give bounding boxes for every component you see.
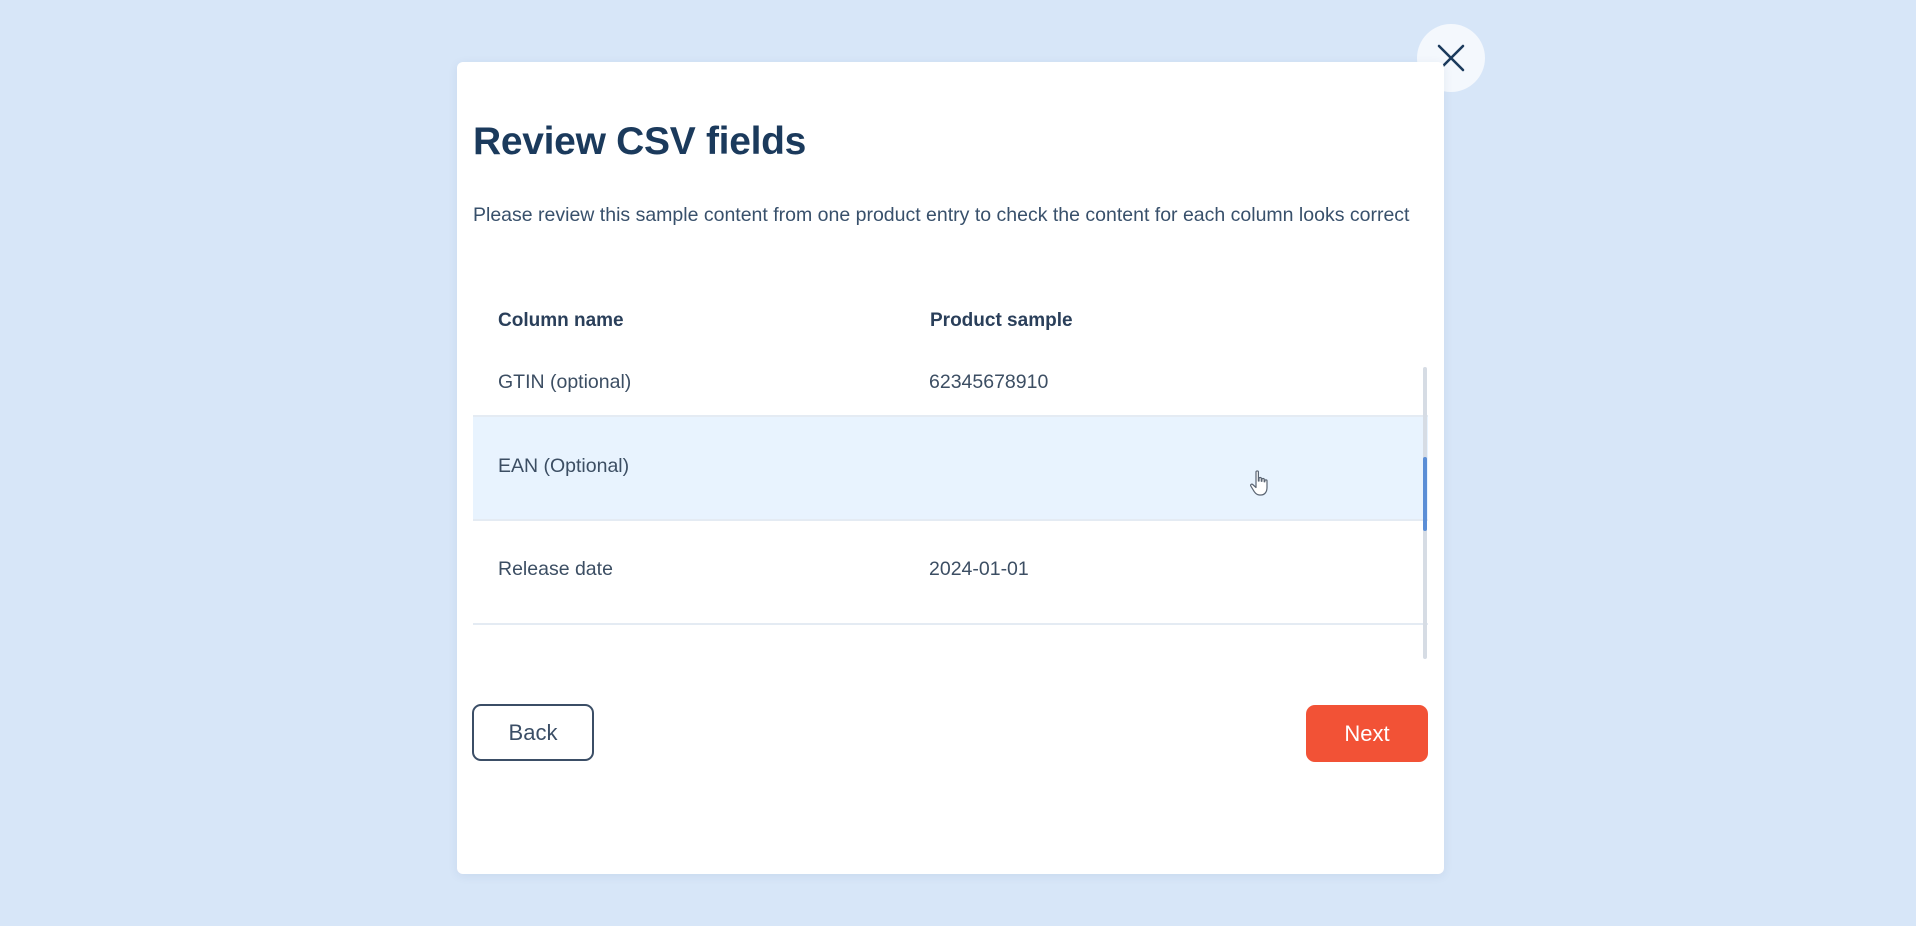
modal-subtitle: Please review this sample content from o… [473,204,1410,226]
table-row[interactable]: Release date 2024-01-01 [473,521,1428,625]
table-header: Column name Product sample [473,304,1428,340]
header-product-sample: Product sample [930,310,1073,331]
modal-title: Review CSV fields [473,120,807,163]
header-column-name: Column name [498,310,624,331]
back-button[interactable]: Back [472,704,594,761]
table-body[interactable]: GTIN (optional) 62345678910 EAN (Optiona… [473,357,1428,652]
table-row[interactable]: GTIN (optional) 62345678910 [473,357,1428,417]
next-button[interactable]: Next [1306,705,1428,762]
table-row[interactable]: EAN (Optional) [473,417,1428,521]
scrollbar-thumb[interactable] [1423,457,1427,531]
review-csv-modal: Review CSV fields Please review this sam… [457,62,1444,874]
row-product-sample: 2024-01-01 [929,558,1029,580]
row-column-name: Release date [498,558,613,580]
hand-pointer-icon [1250,470,1268,496]
row-column-name: EAN (Optional) [498,455,630,477]
row-column-name: GTIN (optional) [498,371,632,393]
row-product-sample: 62345678910 [929,371,1049,393]
table-scrollbar[interactable] [1423,367,1427,659]
